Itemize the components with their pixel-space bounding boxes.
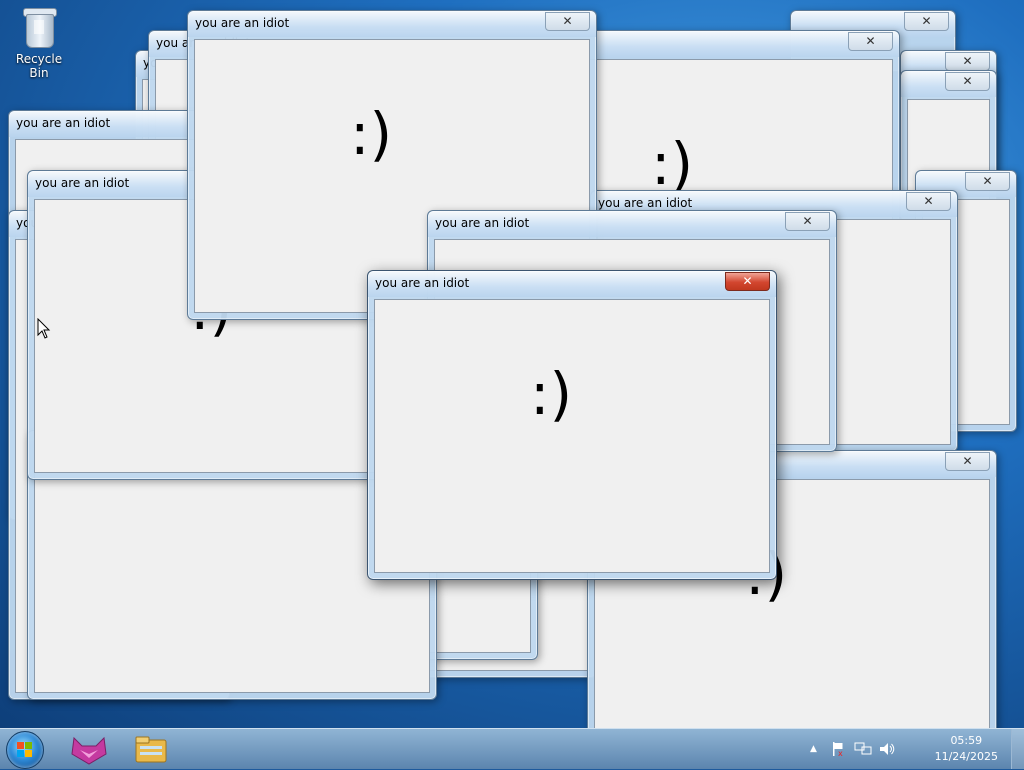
close-button[interactable]: ✕: [545, 12, 590, 31]
taskbar: ▲ x 05:59 11/24/2025: [0, 728, 1024, 769]
svg-text:x: x: [838, 749, 843, 757]
mouse-pointer-icon: [37, 318, 51, 339]
close-button[interactable]: ✕: [965, 172, 1010, 191]
action-center-flag-icon[interactable]: x: [830, 741, 846, 761]
clock[interactable]: 05:59 11/24/2025: [935, 733, 998, 765]
tray-overflow-button[interactable]: ▲: [810, 744, 817, 754]
close-button[interactable]: ✕: [945, 452, 990, 471]
close-button[interactable]: ✕: [785, 212, 830, 231]
close-button[interactable]: ✕: [906, 192, 951, 211]
window-title: you are an idiot: [195, 16, 290, 30]
window-title: you are an idiot: [16, 116, 111, 130]
smiley-text: :): [651, 130, 694, 198]
close-button[interactable]: ✕: [848, 32, 893, 51]
window-title: you are an idiot: [35, 176, 130, 190]
close-button[interactable]: ✕: [725, 272, 770, 291]
recycle-bin-icon: [22, 6, 57, 48]
desktop: Recycle Bin you are an idiot ✕ ✕ ✕ ✕ you…: [0, 0, 1024, 728]
window-title: you are an idiot: [435, 216, 530, 230]
window-title: you are an idiot: [598, 196, 693, 210]
show-desktop-button[interactable]: [1011, 729, 1024, 769]
windows-start-orb-icon[interactable]: [6, 731, 44, 769]
recycle-bin-shortcut[interactable]: Recycle Bin: [6, 6, 72, 80]
window-content: :): [374, 299, 770, 573]
network-icon[interactable]: [854, 741, 872, 761]
smiley-text: :): [530, 360, 573, 428]
clock-date: 11/24/2025: [934, 750, 998, 763]
file-explorer-icon[interactable]: [124, 732, 178, 766]
clock-time: 05:59: [950, 734, 983, 747]
smiley-text: :): [350, 100, 393, 168]
close-button[interactable]: ✕: [945, 52, 990, 71]
recycle-bin-label: Recycle Bin: [15, 52, 63, 80]
window-title: you are an idiot: [375, 276, 470, 290]
popup-window-active[interactable]: you are an idiot ✕ :): [367, 270, 777, 580]
fox-app-icon[interactable]: [62, 732, 116, 766]
close-button[interactable]: ✕: [904, 12, 949, 31]
volume-icon[interactable]: [878, 741, 896, 761]
close-button[interactable]: ✕: [945, 72, 990, 91]
